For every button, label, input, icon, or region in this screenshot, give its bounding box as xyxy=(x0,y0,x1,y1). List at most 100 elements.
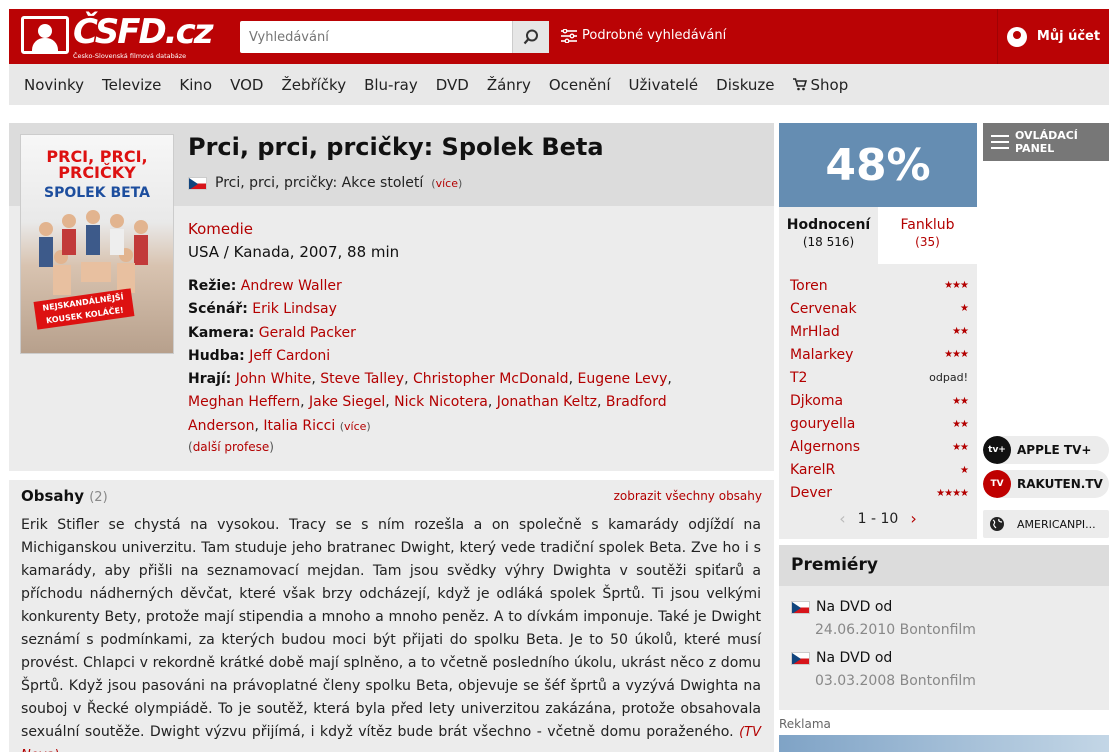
rater-name-link[interactable]: Toren xyxy=(790,278,828,294)
film-poster[interactable]: PRCI, PRCI, PRCIČKY SPOLEK BETA NEJSKAND… xyxy=(20,134,174,354)
tab-ratings-count: (18 516) xyxy=(802,235,855,249)
camera-link[interactable]: Gerald Packer xyxy=(259,325,356,341)
cast-link[interactable]: Jake Siegel xyxy=(309,394,385,410)
more-cast-link[interactable]: více xyxy=(344,420,366,433)
film-origin: USA / Kanada, 2007, 88 min xyxy=(188,243,400,261)
cast-link[interactable]: Eugene Levy xyxy=(577,371,667,387)
writer-row: Scénář: Erik Lindsay xyxy=(188,298,728,321)
vod-rakuten[interactable]: TV RAKUTEN.TV xyxy=(983,470,1109,498)
control-panel-button[interactable]: OVLÁDACÍ PANEL xyxy=(983,123,1109,161)
rater-name-link[interactable]: Malarkey xyxy=(790,347,853,363)
filter-sliders-icon xyxy=(561,28,577,43)
rater-name-link[interactable]: T2 xyxy=(790,370,807,386)
director-link[interactable]: Andrew Waller xyxy=(241,278,342,294)
nav-item-shop[interactable]: Shop xyxy=(792,76,848,94)
rater-row: Cervenak ★ xyxy=(790,297,969,320)
rating-box: 48% Hodnocení (18 516) Fanklub (35) Toren ★… xyxy=(779,123,977,539)
tab-ratings[interactable]: Hodnocení (18 516) xyxy=(779,207,878,264)
cast-link[interactable]: Steve Talley xyxy=(320,371,404,387)
vod-apple-tv[interactable]: tv+ APPLE TV+ xyxy=(983,436,1109,464)
rater-name-link[interactable]: Djkoma xyxy=(790,393,843,409)
rating-stars-icon: ★ xyxy=(960,464,969,476)
ad-label: Reklama xyxy=(779,717,831,731)
nav-item-vod[interactable]: VOD xyxy=(230,76,263,94)
nav-item-dvd[interactable]: DVD xyxy=(436,76,469,94)
rater-row: gouryella ★★ xyxy=(790,413,969,436)
logo-icon xyxy=(21,16,69,54)
rater-name-link[interactable]: Algernons xyxy=(790,439,860,455)
nav-item-uzivatele[interactable]: Uživatelé xyxy=(629,76,699,94)
nav-item-kino[interactable]: Kino xyxy=(179,76,212,94)
vod-american-pie[interactable]: AMERICANPI... xyxy=(983,510,1109,538)
pager-next-icon[interactable]: › xyxy=(910,509,916,528)
director-row: Režie: Andrew Waller xyxy=(188,275,728,298)
tab-fanclub[interactable]: Fanklub (35) xyxy=(878,207,977,264)
rater-name-link[interactable]: Dever xyxy=(790,485,832,501)
original-title: Prci, prci, prcičky: Akce století xyxy=(215,175,424,191)
more-professions: (další profese) xyxy=(188,440,274,454)
czech-flag-icon xyxy=(188,176,207,190)
rating-stars-icon: ★ xyxy=(960,303,969,315)
site-logo[interactable]: ČSFD.cz Česko-Slovenská filmová databáze xyxy=(21,12,214,61)
ad-banner[interactable] xyxy=(779,735,1109,752)
pager-prev-icon[interactable]: ‹ xyxy=(839,509,845,528)
cast-label: Hrají: xyxy=(188,371,232,388)
account-button[interactable]: Můj účet xyxy=(997,9,1109,64)
rating-tabs: Hodnocení (18 516) Fanklub (35) xyxy=(779,207,977,264)
nav-item-zebricky[interactable]: Žebříčky xyxy=(281,76,346,94)
plot-heading-label: Obsahy xyxy=(21,487,84,505)
cast-link[interactable]: Nick Nicotera xyxy=(394,394,488,410)
cart-icon xyxy=(792,78,807,91)
more-professions-link[interactable]: další profese xyxy=(193,440,270,454)
vod-rakuten-label: RAKUTEN.TV xyxy=(1017,477,1103,491)
cast-link[interactable]: Meghan Heffern xyxy=(188,394,300,410)
rater-name-link[interactable]: Cervenak xyxy=(790,301,857,317)
globe-icon xyxy=(983,510,1011,538)
rater-name-link[interactable]: gouryella xyxy=(790,416,855,432)
raters-list: Toren ★★★ Cervenak ★ MrHlad ★★ Malarkey ★★★ T2 od… xyxy=(790,274,969,505)
camera-label: Kamera: xyxy=(188,324,255,341)
cast-link[interactable]: Jonathan Keltz xyxy=(497,394,597,410)
nav-item-oceneni[interactable]: Ocenění xyxy=(549,76,611,94)
camera-row: Kamera: Gerald Packer xyxy=(188,322,728,345)
writer-link[interactable]: Erik Lindsay xyxy=(252,301,337,317)
rating-stars-icon: ★★★ xyxy=(944,280,969,292)
rater-name-link[interactable]: MrHlad xyxy=(790,324,840,340)
poster-title: PRCI, PRCI, PRCIČKY xyxy=(46,147,148,182)
cast-link[interactable]: John White xyxy=(236,371,312,387)
plot-count: (2) xyxy=(89,490,108,505)
control-panel-label: OVLÁDACÍ PANEL xyxy=(1015,129,1078,155)
creators-list: Režie: Andrew Waller Scénář: Erik Lindsa… xyxy=(188,275,728,438)
music-row: Hudba: Jeff Cardoni xyxy=(188,345,728,368)
nav-item-zanry[interactable]: Žánry xyxy=(487,76,531,94)
nav-item-novinky[interactable]: Novinky xyxy=(24,76,84,94)
cast-link[interactable]: Christopher McDonald xyxy=(413,371,569,387)
music-link[interactable]: Jeff Cardoni xyxy=(249,348,330,364)
nav-item-televize[interactable]: Televize xyxy=(102,76,161,94)
rating-stars-icon: ★★★ xyxy=(944,349,969,361)
site-header: ČSFD.cz Česko-Slovenská filmová databáze… xyxy=(9,9,1109,64)
advanced-search-label: Podrobné vyhledávání xyxy=(582,28,727,43)
search-button[interactable] xyxy=(512,21,549,53)
advanced-search-link[interactable]: Podrobné vyhledávání xyxy=(561,28,726,43)
nav-item-diskuze[interactable]: Diskuze xyxy=(716,76,774,94)
rater-row: Djkoma ★★ xyxy=(790,389,969,412)
logo-subtitle: Česko-Slovenská filmová databáze xyxy=(73,52,187,60)
show-all-plots-link[interactable]: zobrazit všechny obsahy xyxy=(614,489,762,503)
more-cast: (více) xyxy=(339,419,371,433)
premiere-item: Na DVD od 24.06.2010 Bontonfilm xyxy=(791,599,976,638)
premiere-detail: 24.06.2010 Bontonfilm xyxy=(815,622,976,638)
czech-flag-icon xyxy=(791,600,810,614)
menu-icon xyxy=(991,135,1009,149)
more-titles: (více) xyxy=(431,176,463,190)
plot-heading: Obsahy (2) xyxy=(21,487,108,505)
search-input[interactable] xyxy=(240,21,512,53)
tab-fanclub-count: (35) xyxy=(915,235,940,249)
genre-link[interactable]: Komedie xyxy=(188,220,253,238)
rater-name-link[interactable]: KarelR xyxy=(790,462,835,478)
writer-label: Scénář: xyxy=(188,301,248,318)
nav-item-bluray[interactable]: Blu-ray xyxy=(364,76,418,94)
cast-link[interactable]: Italia Ricci xyxy=(263,418,335,434)
rater-row: Algernons ★★ xyxy=(790,436,969,459)
more-titles-link[interactable]: více xyxy=(436,177,458,190)
